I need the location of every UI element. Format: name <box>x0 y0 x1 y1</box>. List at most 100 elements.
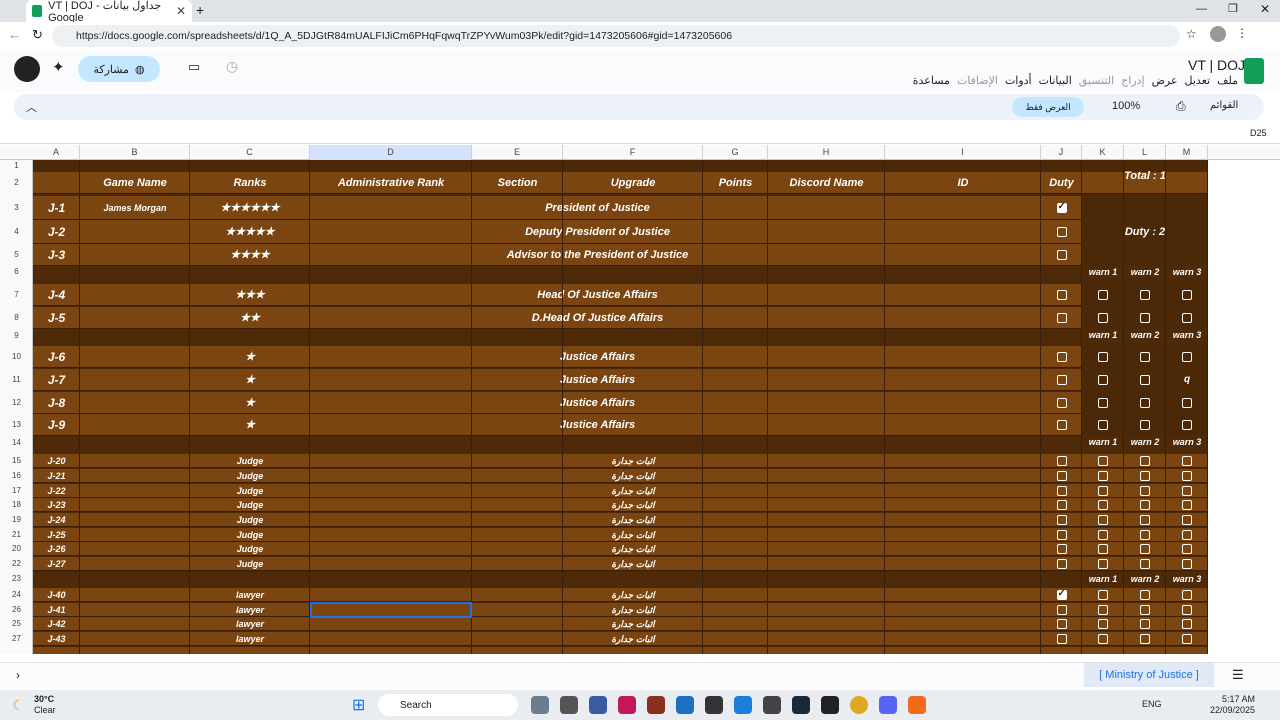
row-number[interactable]: 17 <box>0 484 33 498</box>
duty-checkbox[interactable] <box>1056 227 1067 237</box>
menu-insert[interactable]: إدراج <box>1121 74 1144 87</box>
duty-checkbox[interactable] <box>1056 619 1067 629</box>
row-number[interactable]: 24 <box>0 588 33 602</box>
warn1-checkbox[interactable] <box>1098 290 1108 300</box>
duty-checkbox[interactable] <box>1056 352 1067 362</box>
duty-checkbox[interactable] <box>1056 201 1067 213</box>
row-number[interactable]: 6 <box>0 266 33 278</box>
col-A[interactable]: A <box>33 145 80 160</box>
sheet-tab-ministry[interactable]: [ Ministry of Justice ] <box>1084 663 1214 687</box>
tiktok-icon[interactable] <box>618 696 636 714</box>
col-F[interactable]: F <box>563 145 703 160</box>
close-tab-icon[interactable]: ✕ <box>176 4 186 18</box>
warn-checkbox[interactable] <box>1182 544 1192 554</box>
view-only-chip[interactable]: العرض فقط <box>1012 97 1084 117</box>
warn3-checkbox[interactable] <box>1182 313 1192 323</box>
warn3-checkbox[interactable] <box>1182 398 1192 408</box>
warn-checkbox[interactable] <box>1098 634 1108 644</box>
col-C[interactable]: C <box>190 145 310 160</box>
col-I[interactable]: I <box>885 145 1041 160</box>
app-icon[interactable] <box>821 696 839 714</box>
duty-checkbox[interactable] <box>1056 634 1067 644</box>
row-number[interactable]: 2 <box>0 172 33 194</box>
warn-checkbox[interactable] <box>1098 515 1108 525</box>
warn3-checkbox[interactable] <box>1182 352 1192 362</box>
row-number[interactable]: 12 <box>0 392 33 414</box>
duty-checkbox[interactable] <box>1056 420 1067 430</box>
chrome-icon[interactable] <box>850 696 868 714</box>
warn-checkbox[interactable] <box>1098 500 1108 510</box>
duty-checkbox[interactable] <box>1056 559 1067 569</box>
row-number[interactable]: 13 <box>0 414 33 436</box>
user-avatar[interactable] <box>14 56 40 82</box>
meet-icon[interactable]: ▭ <box>188 59 200 75</box>
maximize-icon[interactable]: ❐ <box>1228 2 1238 15</box>
warn2-checkbox[interactable] <box>1140 290 1150 300</box>
menu-tools[interactable]: أدوات <box>1005 74 1032 87</box>
start-icon[interactable]: ⊞ <box>352 695 365 715</box>
back-icon[interactable]: ← <box>8 27 21 42</box>
row-number[interactable]: 21 <box>0 528 33 542</box>
new-tab-icon[interactable]: + <box>196 2 204 18</box>
print-icon[interactable]: ⎙ <box>1176 99 1186 114</box>
col-J[interactable]: J <box>1041 145 1082 160</box>
row-number[interactable]: 8 <box>0 307 33 329</box>
history-icon[interactable]: ◷ <box>226 58 238 75</box>
app-icon[interactable] <box>589 696 607 714</box>
app-icon[interactable] <box>734 696 752 714</box>
taskbar-search[interactable]: Search <box>378 694 518 716</box>
warn-checkbox[interactable] <box>1182 530 1192 540</box>
row-number[interactable]: 26 <box>0 603 33 617</box>
row-number[interactable]: 27 <box>0 632 33 646</box>
scroll-left-icon[interactable]: › <box>16 668 20 682</box>
warn1-checkbox[interactable] <box>1098 420 1108 430</box>
profile-avatar[interactable] <box>1210 26 1226 42</box>
warn-checkbox[interactable] <box>1140 530 1150 540</box>
menu-view[interactable]: عرض <box>1152 74 1178 87</box>
menu-file[interactable]: ملف <box>1217 74 1238 87</box>
col-M[interactable]: M <box>1166 145 1208 160</box>
discord-icon[interactable] <box>879 696 897 714</box>
row-number[interactable]: 16 <box>0 469 33 483</box>
warn-checkbox[interactable] <box>1098 486 1108 496</box>
warn-checkbox[interactable] <box>1182 605 1192 615</box>
duty-checkbox[interactable] <box>1056 456 1067 466</box>
row-number[interactable]: 11 <box>0 369 33 391</box>
col-B[interactable]: B <box>80 145 190 160</box>
warn-checkbox[interactable] <box>1140 471 1150 481</box>
file-explorer-icon[interactable] <box>531 696 549 714</box>
collapse-icon[interactable]: ︿ <box>26 99 37 115</box>
app-icon[interactable] <box>908 696 926 714</box>
warn-checkbox[interactable] <box>1182 486 1192 496</box>
row-number[interactable]: 1 <box>0 160 33 172</box>
duty-checkbox[interactable] <box>1056 588 1067 600</box>
row-number[interactable]: 7 <box>0 284 33 306</box>
warn1-checkbox[interactable] <box>1098 375 1108 385</box>
duty-checkbox[interactable] <box>1056 515 1067 525</box>
duty-checkbox[interactable] <box>1056 290 1067 300</box>
warn-checkbox[interactable] <box>1098 471 1108 481</box>
warn-checkbox[interactable] <box>1140 515 1150 525</box>
browser-tab[interactable]: VT | DOJ - جداول بيانات Google ✕ <box>26 0 192 24</box>
warn2-checkbox[interactable] <box>1140 398 1150 408</box>
warn-checkbox[interactable] <box>1098 530 1108 540</box>
warn-checkbox[interactable] <box>1140 619 1150 629</box>
warn1-checkbox[interactable] <box>1098 352 1108 362</box>
col-L[interactable]: L <box>1124 145 1166 160</box>
browser-menu-icon[interactable]: ⋮ <box>1236 26 1248 40</box>
col-K[interactable]: K <box>1082 145 1124 160</box>
app-icon[interactable] <box>560 696 578 714</box>
col-H[interactable]: H <box>768 145 885 160</box>
menu-help[interactable]: مساعدة <box>913 74 950 87</box>
warn-checkbox[interactable] <box>1140 605 1150 615</box>
clock-time[interactable]: 5:17 AM <box>1222 694 1255 704</box>
duty-checkbox[interactable] <box>1056 313 1067 323</box>
warn-checkbox[interactable] <box>1182 456 1192 466</box>
row-number[interactable]: 10 <box>0 346 33 368</box>
menu-addons[interactable]: الإضافات <box>957 74 998 87</box>
warn-checkbox[interactable] <box>1182 619 1192 629</box>
row-number[interactable]: 20 <box>0 542 33 556</box>
warn3-checkbox[interactable] <box>1182 420 1192 430</box>
row-number[interactable]: 22 <box>0 557 33 571</box>
warn-checkbox[interactable] <box>1098 619 1108 629</box>
